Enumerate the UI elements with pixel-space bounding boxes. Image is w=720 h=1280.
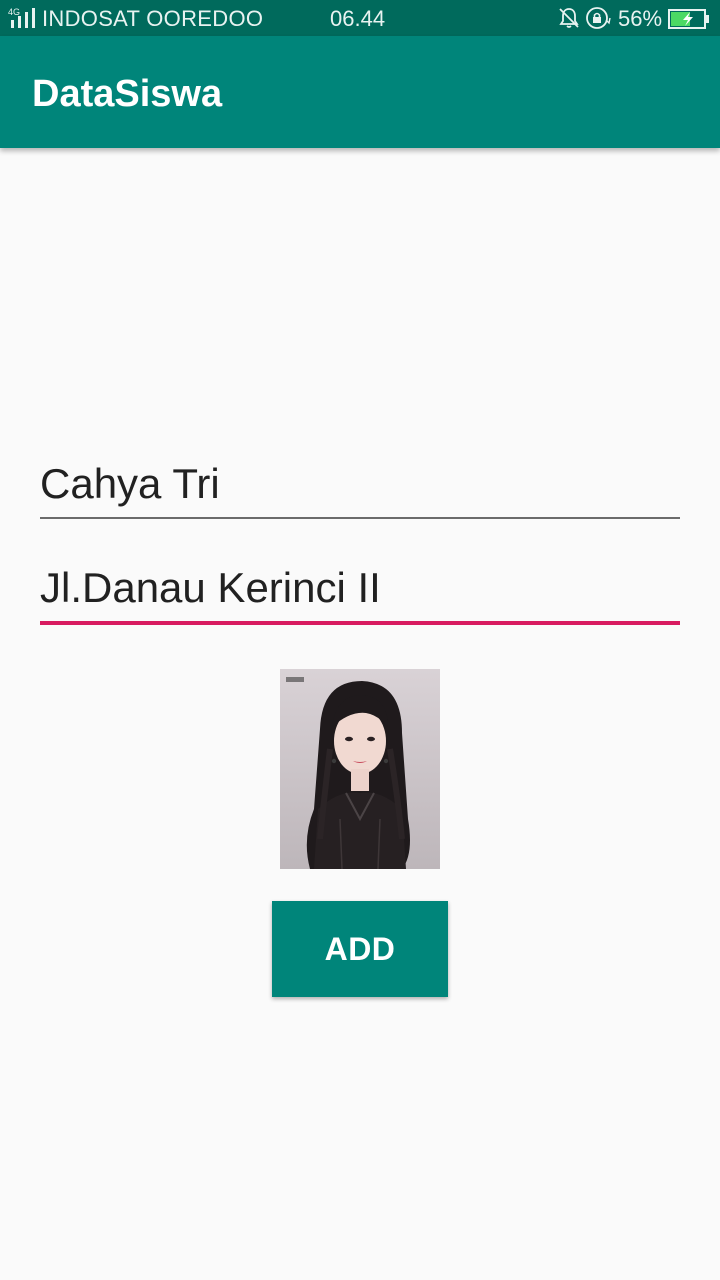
address-input[interactable]: Jl.Danau Kerinci II: [40, 563, 680, 625]
app-title: DataSiswa: [32, 73, 223, 115]
clock: 06.44: [330, 6, 386, 31]
app-bar: DataSiswa: [0, 36, 720, 148]
portrait-image: [280, 669, 440, 869]
battery-percentage: 56%: [618, 6, 663, 31]
rotation-lock-icon: [586, 7, 611, 29]
carrier-name: INDOSAT OOREDOO: [42, 6, 264, 31]
network-type-label: 4G: [8, 7, 20, 17]
add-button[interactable]: ADD: [272, 901, 448, 997]
battery-charging-icon: [668, 9, 709, 29]
status-bar: 4G INDOSAT OOREDOO 06.44 56%: [0, 0, 720, 36]
student-photo[interactable]: [280, 669, 440, 869]
name-input[interactable]: Cahya Tri: [40, 459, 680, 519]
signal-icon: 4G: [8, 7, 35, 28]
bell-muted-icon: [559, 8, 579, 28]
